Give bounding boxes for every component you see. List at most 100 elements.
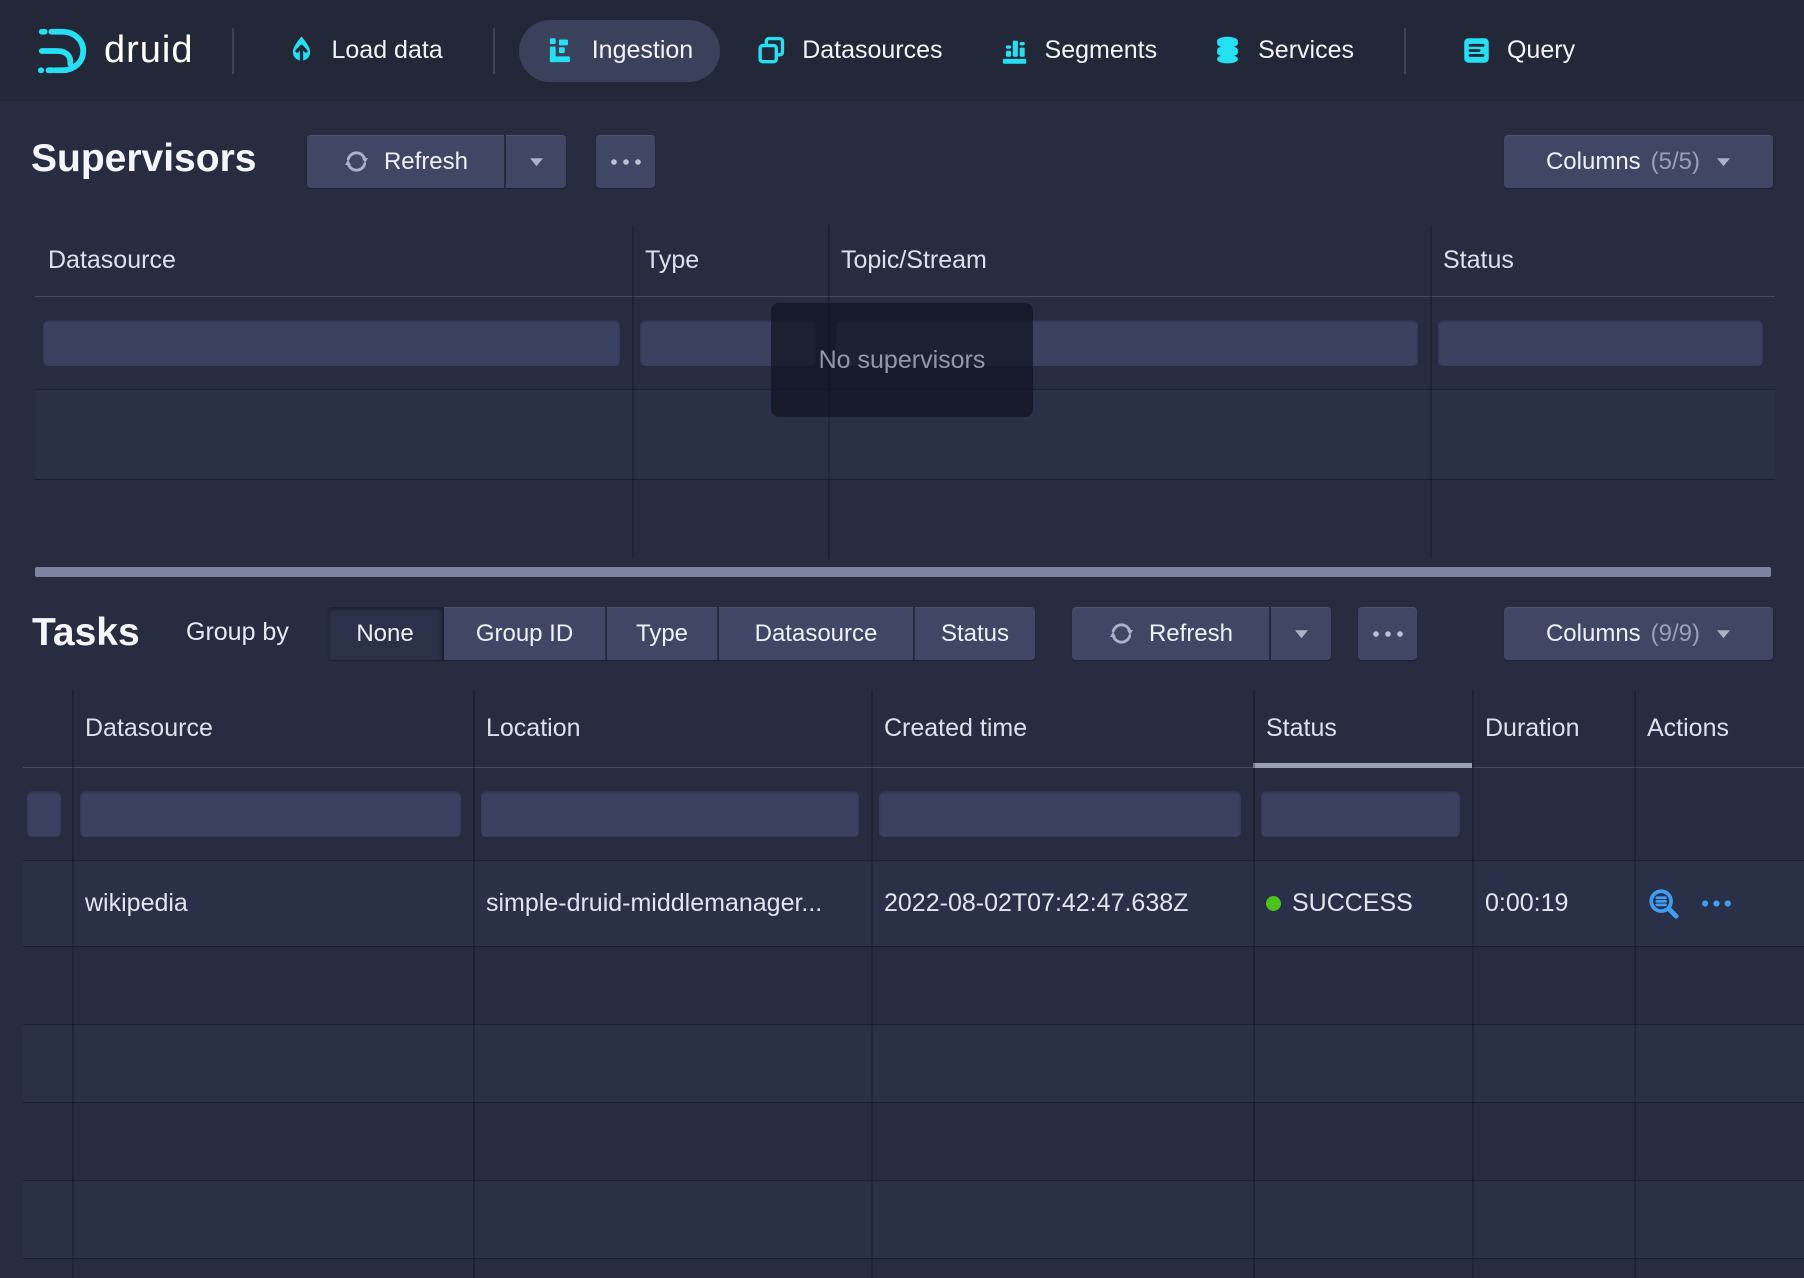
task-actions-cell xyxy=(1634,887,1804,921)
tasks-refresh-button[interactable]: Refresh xyxy=(1072,607,1269,660)
supervisors-title: Supervisors xyxy=(31,132,256,185)
tasks-filter-status[interactable] xyxy=(1261,791,1460,837)
supervisors-more-button[interactable] xyxy=(596,135,655,188)
nav-label-query: Query xyxy=(1507,36,1575,65)
supervisors-col-header-type[interactable]: Type xyxy=(632,225,828,296)
tasks-col-header-datasource[interactable]: Datasource xyxy=(72,690,473,767)
column-divider xyxy=(1634,690,1636,1278)
columns-label: Columns xyxy=(1546,620,1641,648)
nav-item-datasources[interactable]: Datasources xyxy=(756,35,942,66)
nav-item-query[interactable]: Query xyxy=(1461,35,1575,66)
supervisors-col-header-datasource[interactable]: Datasource xyxy=(35,225,632,296)
tasks-empty-row xyxy=(23,946,1804,1024)
nav-item-segments[interactable]: Segments xyxy=(999,35,1158,66)
nav-label-services: Services xyxy=(1258,36,1354,65)
druid-logo-icon xyxy=(36,24,90,78)
task-duration-value: 0:00:19 xyxy=(1472,889,1634,918)
nav-label-datasources: Datasources xyxy=(802,36,942,65)
tasks-col-header-status[interactable]: Status xyxy=(1253,690,1472,767)
tasks-col-header-actions[interactable]: Actions xyxy=(1634,690,1804,767)
more-dots-icon xyxy=(1372,630,1404,638)
supervisors-refresh-split-button: Refresh xyxy=(307,135,566,188)
inspect-magnifier-icon[interactable] xyxy=(1647,887,1681,921)
supervisors-col-header-status[interactable]: Status xyxy=(1430,225,1775,296)
tasks-empty-row xyxy=(23,1024,1804,1102)
columns-label: Columns xyxy=(1546,148,1641,176)
group-by-button-group: None Group ID Type Datasource Status xyxy=(328,607,1035,660)
group-by-type-button[interactable]: Type xyxy=(607,607,719,660)
task-datasource-value: wikipedia xyxy=(72,889,473,918)
group-by-status-button[interactable]: Status xyxy=(915,607,1035,660)
supervisors-refresh-button[interactable]: Refresh xyxy=(307,135,504,188)
nav-divider xyxy=(493,28,495,74)
supervisors-filter-datasource[interactable] xyxy=(43,320,620,366)
services-icon xyxy=(1212,35,1243,66)
tasks-refresh-caret-button[interactable] xyxy=(1271,607,1331,660)
horizontal-scrollbar[interactable] xyxy=(35,567,1771,577)
column-divider xyxy=(871,690,873,1278)
nav-label-ingestion: Ingestion xyxy=(592,36,693,65)
chevron-down-icon xyxy=(1716,157,1731,167)
column-divider xyxy=(1253,690,1255,1278)
refresh-label: Refresh xyxy=(384,148,468,176)
more-dots-icon xyxy=(610,158,642,166)
task-status-value: SUCCESS xyxy=(1292,889,1413,918)
status-sort-indicator xyxy=(1253,763,1472,768)
nav-label-segments: Segments xyxy=(1045,36,1158,65)
brand-name: druid xyxy=(104,29,194,72)
no-supervisors-message: No supervisors xyxy=(819,346,986,375)
tasks-table: Datasource Location Created time Status … xyxy=(23,690,1804,1278)
no-supervisors-overlay: No supervisors xyxy=(771,303,1033,417)
tasks-columns-button[interactable]: Columns (9/9) xyxy=(1504,607,1773,660)
nav-item-services[interactable]: Services xyxy=(1212,35,1354,66)
column-divider xyxy=(632,225,634,559)
tasks-empty-row xyxy=(23,1258,1804,1278)
column-divider xyxy=(473,690,475,1278)
column-divider xyxy=(72,690,74,1278)
task-created-time-value: 2022-08-02T07:42:47.638Z xyxy=(871,889,1253,918)
chevron-down-icon xyxy=(1716,629,1731,639)
supervisors-columns-button[interactable]: Columns (5/5) xyxy=(1504,135,1773,188)
supervisors-empty-row xyxy=(35,479,1775,559)
ingestion-icon xyxy=(546,35,577,66)
group-by-none-button[interactable]: None xyxy=(328,607,444,660)
tasks-filter-location[interactable] xyxy=(481,791,859,837)
datasources-icon xyxy=(756,35,787,66)
supervisors-filter-status[interactable] xyxy=(1438,320,1763,366)
group-by-group-id-button[interactable]: Group ID xyxy=(444,607,607,660)
column-divider xyxy=(1430,225,1432,559)
supervisors-col-header-topic-stream[interactable]: Topic/Stream xyxy=(828,225,1430,296)
chevron-down-icon xyxy=(1294,629,1309,639)
top-nav-bar: druid Load data Ingestion xyxy=(0,0,1804,101)
tasks-more-button[interactable] xyxy=(1358,607,1417,660)
task-more-actions-icon[interactable] xyxy=(1701,899,1734,908)
columns-count: (5/5) xyxy=(1651,148,1700,176)
druid-logo[interactable]: druid xyxy=(36,24,194,78)
columns-count: (9/9) xyxy=(1651,620,1700,648)
nav-item-ingestion-active[interactable]: Ingestion xyxy=(519,20,720,82)
nav-divider xyxy=(232,28,234,74)
refresh-icon xyxy=(343,148,370,175)
segments-icon xyxy=(999,35,1030,66)
tasks-filter-datasource[interactable] xyxy=(80,791,461,837)
tasks-refresh-split-button: Refresh xyxy=(1072,607,1331,660)
refresh-label: Refresh xyxy=(1149,620,1233,648)
supervisors-refresh-caret-button[interactable] xyxy=(506,135,566,188)
tasks-title: Tasks xyxy=(32,606,140,659)
tasks-col-header-created-time[interactable]: Created time xyxy=(871,690,1253,767)
nav-item-load-data[interactable]: Load data xyxy=(286,35,443,66)
success-status-dot xyxy=(1266,896,1281,911)
refresh-icon xyxy=(1108,620,1135,647)
tasks-filter-created-time[interactable] xyxy=(879,791,1241,837)
tasks-col-header-duration[interactable]: Duration xyxy=(1472,690,1634,767)
tasks-col-header-blank xyxy=(23,690,72,767)
tasks-filter-partial[interactable] xyxy=(27,791,61,837)
group-by-datasource-button[interactable]: Datasource xyxy=(719,607,915,660)
column-divider xyxy=(1472,690,1474,1278)
tasks-empty-row xyxy=(23,1180,1804,1258)
tasks-empty-row xyxy=(23,1102,1804,1180)
table-row-wikipedia-task[interactable]: wikipedia simple-druid-middlemanager... … xyxy=(23,860,1804,946)
task-location-value: simple-druid-middlemanager... xyxy=(473,889,871,918)
task-status-cell: SUCCESS xyxy=(1253,889,1472,918)
tasks-col-header-location[interactable]: Location xyxy=(473,690,871,767)
